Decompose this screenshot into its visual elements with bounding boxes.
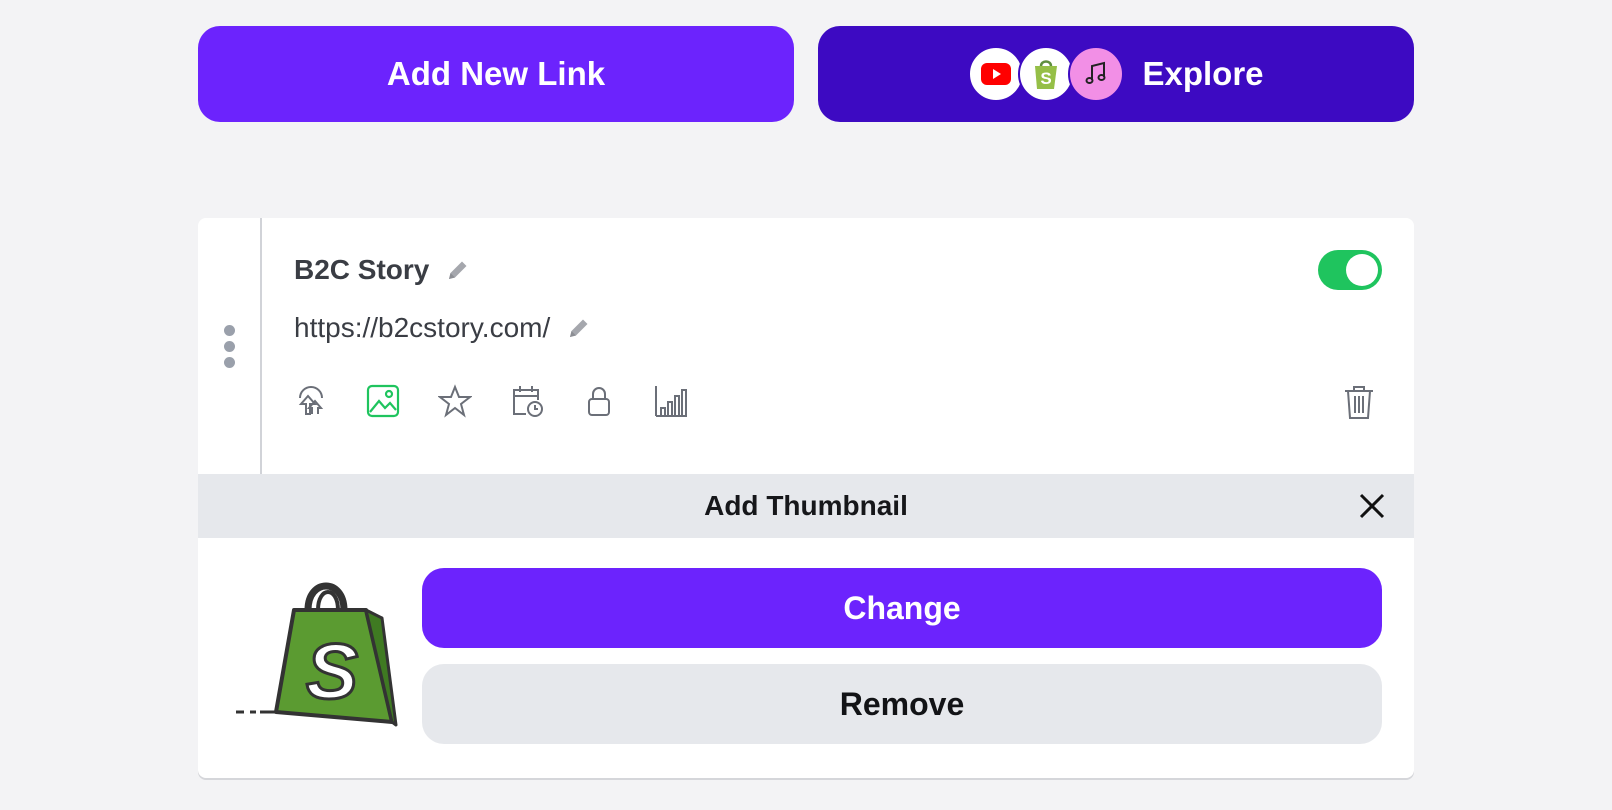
link-enabled-toggle[interactable] [1318, 250, 1382, 290]
add-new-link-label: Add New Link [386, 55, 606, 92]
music-icon [1068, 46, 1125, 102]
thumbnail-icon[interactable] [366, 384, 400, 418]
explore-icon-group: S [968, 46, 1125, 102]
youtube-icon [968, 46, 1025, 102]
shopify-thumbnail-image: S [236, 580, 400, 730]
thumbnail-panel-title: Add Thumbnail [704, 490, 908, 521]
thumbnail-panel-header: Add Thumbnail [198, 474, 1414, 538]
remove-label: Remove [839, 685, 965, 722]
toggle-knob [1346, 254, 1378, 286]
drag-handle[interactable] [198, 218, 262, 474]
shopify-icon: S [1018, 46, 1075, 102]
link-card: B2C Story https://b2cstory.com/ Add Thum… [198, 218, 1414, 778]
close-icon[interactable] [1356, 490, 1388, 522]
change-label: Change [843, 589, 961, 626]
schedule-icon[interactable] [510, 384, 544, 418]
edit-title-pencil-icon[interactable] [445, 257, 471, 283]
change-thumbnail-button[interactable]: Change [422, 568, 1382, 648]
link-title-row: B2C Story [294, 254, 471, 286]
delete-trash-icon[interactable] [1342, 384, 1376, 420]
lock-icon[interactable] [582, 384, 616, 418]
svg-text:S: S [306, 627, 358, 715]
explore-label: Explore [1142, 55, 1264, 92]
analytics-icon[interactable] [654, 384, 688, 418]
svg-text:S: S [1041, 69, 1052, 88]
edit-url-pencil-icon[interactable] [566, 315, 592, 341]
link-url-row: https://b2cstory.com/ [294, 312, 592, 344]
explore-button[interactable]: S Explore [818, 26, 1414, 122]
link-title: B2C Story [294, 254, 430, 285]
remove-thumbnail-button[interactable]: Remove [422, 664, 1382, 744]
drag-dots-icon [223, 324, 235, 368]
add-new-link-button[interactable]: Add New Link [198, 26, 794, 122]
star-icon[interactable] [438, 384, 472, 418]
link-url: https://b2cstory.com/ [294, 312, 551, 343]
link-tools [294, 384, 688, 418]
redirect-icon[interactable] [294, 384, 328, 418]
